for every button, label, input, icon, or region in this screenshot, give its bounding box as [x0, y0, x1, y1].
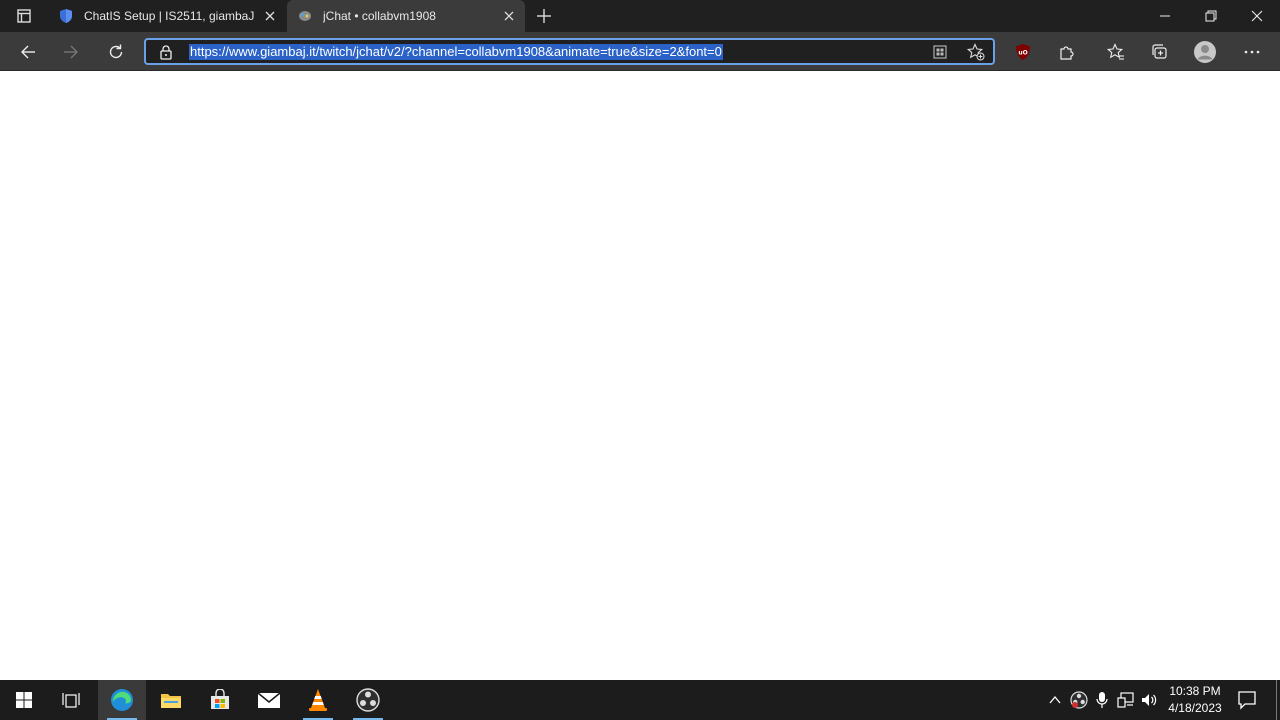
page-content: [0, 71, 1280, 680]
edge-logo-icon: [111, 689, 133, 711]
microphone-tray-button[interactable]: [1093, 691, 1111, 709]
settings-menu-button[interactable]: [1238, 39, 1266, 65]
back-button[interactable]: [14, 39, 42, 65]
avatar-icon: [1194, 41, 1216, 63]
puzzle-piece-icon: [1060, 46, 1074, 60]
favorites-star-icon: [1107, 43, 1124, 60]
show-desktop-button[interactable]: [1276, 680, 1277, 720]
clock-time: 10:38 PM: [1169, 684, 1221, 698]
clock-date: 4/18/2023: [1168, 701, 1222, 715]
collections-button[interactable]: [1146, 39, 1174, 65]
restore-button[interactable]: [1188, 0, 1234, 32]
minimize-button[interactable]: [1142, 0, 1188, 32]
star-add-icon: [967, 43, 985, 61]
speaker-volume-icon: [1142, 694, 1157, 706]
app-available-button[interactable]: [930, 43, 950, 61]
restore-icon: [1205, 10, 1217, 22]
tab-title: jChat • collabvm1908: [323, 9, 436, 23]
close-window-button[interactable]: [1234, 0, 1280, 32]
extensions-button[interactable]: [1053, 39, 1081, 65]
address-bar[interactable]: https://www.giambaj.it/twitch/jchat/v2/?…: [144, 38, 995, 65]
lock-icon[interactable]: [158, 44, 174, 60]
tab-chatis-setup[interactable]: ChatIS Setup | IS2511, giambaJ: [48, 0, 286, 32]
task-view-button[interactable]: [48, 680, 96, 720]
vlc-cone-icon: [309, 689, 327, 711]
obs-tray-button[interactable]: [1070, 691, 1088, 709]
url-text[interactable]: https://www.giambaj.it/twitch/jchat/v2/?…: [189, 44, 723, 60]
mail-envelope-icon: [257, 692, 281, 708]
close-tab-icon[interactable]: [262, 8, 278, 24]
show-hidden-icons-button[interactable]: [1046, 691, 1064, 709]
back-arrow-icon: [21, 45, 35, 59]
system-clock[interactable]: 10:38 PM 4/18/2023: [1164, 683, 1226, 717]
microsoft-store-button[interactable]: [196, 680, 244, 720]
forward-button[interactable]: [57, 39, 85, 65]
microphone-icon: [1096, 692, 1108, 708]
app-grid-icon: [933, 45, 947, 59]
favorites-button[interactable]: [1102, 39, 1130, 65]
edge-taskbar-button[interactable]: [98, 680, 146, 720]
more-horizontal-icon: [1244, 50, 1260, 54]
tab-title: ChatIS Setup | IS2511, giambaJ: [84, 9, 255, 23]
close-tab-icon[interactable]: [501, 8, 517, 24]
obs-logo-icon: [356, 688, 380, 712]
store-bag-icon: [211, 689, 229, 709]
chevron-up-icon: [1049, 695, 1061, 704]
collections-icon: [1152, 44, 1167, 59]
browser-toolbar: https://www.giambaj.it/twitch/jchat/v2/?…: [0, 32, 1280, 71]
taskbar: 10:38 PM 4/18/2023: [0, 680, 1280, 720]
screen: ChatIS Setup | IS2511, giambaJ jChat • c…: [0, 0, 1280, 720]
task-view-icon: [62, 693, 80, 708]
minimize-icon: [1160, 15, 1170, 17]
tab-actions-button[interactable]: [8, 4, 40, 28]
network-ethernet-icon: [1117, 692, 1134, 708]
mail-button[interactable]: [245, 680, 293, 720]
tab-actions-icon: [17, 9, 31, 23]
shield-favicon-icon: [60, 9, 72, 23]
profile-button[interactable]: [1191, 39, 1219, 65]
refresh-button[interactable]: [102, 39, 130, 65]
network-tray-button[interactable]: [1117, 691, 1135, 709]
add-favorite-button[interactable]: [966, 43, 986, 61]
notifications-icon[interactable]: [1236, 690, 1258, 710]
tab-jchat[interactable]: jChat • collabvm1908: [287, 0, 525, 32]
windows-logo-icon: [16, 692, 32, 708]
new-tab-icon[interactable]: [534, 6, 554, 26]
forward-arrow-icon: [64, 45, 78, 59]
svg-text:uO: uO: [1018, 50, 1027, 57]
ublock-extension-button[interactable]: uO: [1009, 39, 1037, 65]
ublock-shield-icon: uO: [1016, 44, 1030, 60]
volume-tray-button[interactable]: [1141, 691, 1159, 709]
folder-icon: [161, 694, 181, 708]
vlc-button[interactable]: [294, 680, 342, 720]
jchat-favicon-icon: [299, 11, 311, 21]
obs-button[interactable]: [344, 680, 392, 720]
start-button[interactable]: [0, 680, 48, 720]
refresh-icon: [109, 44, 123, 59]
obs-tray-icon: [1070, 691, 1088, 709]
file-explorer-button[interactable]: [147, 680, 195, 720]
tab-strip: ChatIS Setup | IS2511, giambaJ jChat • c…: [0, 0, 1280, 32]
close-icon: [1251, 10, 1263, 22]
